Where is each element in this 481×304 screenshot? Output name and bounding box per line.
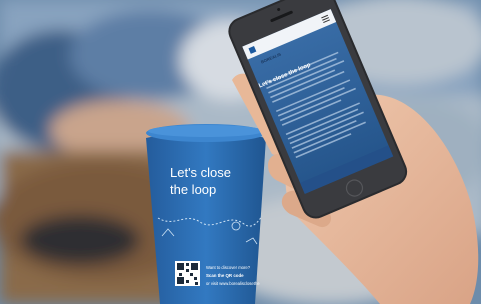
cup-cta-line2: Scan the QR code — [206, 273, 244, 278]
cup-headline-line2: the loop — [170, 182, 217, 197]
cup-cta-line3: or visit www.borealisclosethe — [206, 281, 260, 286]
qr-code-icon — [175, 261, 200, 286]
cup-headline-line1: Let's close — [170, 165, 232, 180]
photo-illustration — [0, 0, 481, 304]
photo-scene: BOREALIS Let's close the loop Let's clos… — [0, 0, 481, 304]
cup-cta-line1: Want to discover more? — [206, 265, 251, 270]
